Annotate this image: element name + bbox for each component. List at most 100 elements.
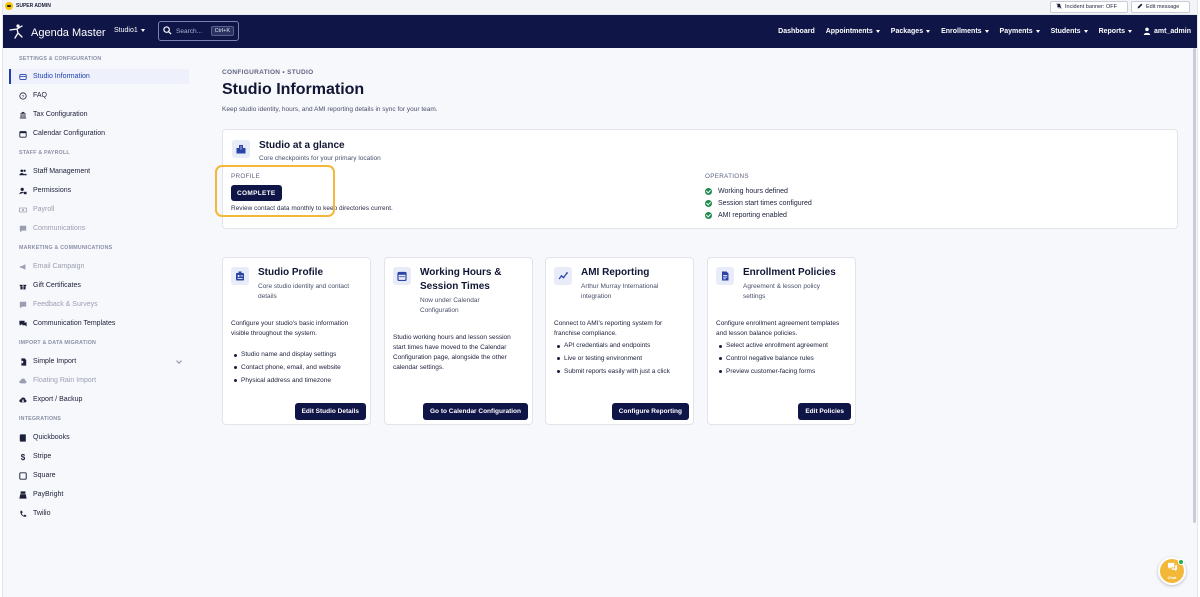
- user-menu[interactable]: amt_admin: [1143, 27, 1191, 35]
- sidebar-item-paybright[interactable]: PayBright: [9, 487, 189, 502]
- sidebar-item-stripe[interactable]: $ Stripe: [9, 449, 189, 464]
- sidebar-section-marketing: MARKETING & COMMUNICATIONS: [19, 245, 113, 251]
- chat-bubble-icon: [1167, 562, 1178, 574]
- operations-item: AMI reporting enabled: [705, 209, 812, 221]
- users-icon: [19, 168, 27, 176]
- chevron-down-icon: [1083, 29, 1088, 33]
- card-bullet: Control negative balance rules: [716, 355, 852, 368]
- sidebar-item-feedback-surveys[interactable]: Feedback & Surveys: [9, 297, 189, 312]
- sidebar-item-label: Stripe: [33, 453, 52, 460]
- chat-launcher-button[interactable]: Chat: [1158, 557, 1186, 585]
- user-name: amt_admin: [1154, 27, 1191, 35]
- card-bullet: API credentials and endpoints: [554, 342, 690, 355]
- incident-banner-label: Incident banner: OFF: [1065, 4, 1117, 10]
- sidebar-item-label: Calendar Configuration: [33, 130, 105, 137]
- comments-icon: [19, 320, 27, 328]
- sidebar-item-tax-configuration[interactable]: Tax Configuration: [9, 107, 189, 122]
- sidebar-item-staff-management[interactable]: Staff Management: [9, 164, 189, 179]
- nav-packages[interactable]: Packages: [890, 27, 931, 35]
- edit-message-button[interactable]: Edit message: [1131, 1, 1190, 13]
- edit-message-label: Edit message: [1146, 4, 1180, 10]
- nav-dashboard[interactable]: Dashboard: [778, 28, 815, 35]
- nav-students[interactable]: Students: [1051, 28, 1088, 35]
- nav-appointments-label: Appointments: [825, 27, 873, 35]
- page-scrollbar[interactable]: [1193, 48, 1196, 523]
- edit-policies-button[interactable]: Edit Policies: [798, 403, 851, 420]
- studio-selector-label: Studio1: [114, 27, 138, 34]
- sidebar-item-studio-information[interactable]: Studio Information: [9, 69, 189, 84]
- sidebar-section-import: IMPORT & DATA MIGRATION: [19, 340, 97, 346]
- nav-payments-label: Payments: [999, 27, 1033, 35]
- sidebar-item-label: Payroll: [33, 206, 55, 213]
- super-admin-badge: SUPER ADMIN: [5, 2, 51, 10]
- card-title: AMI Reporting: [581, 267, 650, 278]
- card-title: Working Hours & Session Times: [420, 267, 502, 292]
- sidebar-item-label: Feedback & Surveys: [33, 301, 98, 308]
- card-description: Configure your studio's basic informatio…: [231, 320, 349, 337]
- nav-reports[interactable]: Reports: [1099, 28, 1133, 35]
- sidebar-item-gift-certificates[interactable]: Gift Certificates: [9, 278, 189, 293]
- id-card-icon: [19, 73, 27, 81]
- incident-banner-toggle[interactable]: Incident banner: OFF: [1050, 1, 1128, 13]
- top-navigation: Agenda Master Studio1 Search... Ctrl+K D…: [3, 15, 1197, 48]
- sidebar-item-quickbooks[interactable]: Quickbooks: [9, 430, 189, 445]
- app-window: SUPER ADMIN Incident banner: OFF Edit me…: [2, 0, 1198, 597]
- chevron-down-icon: [140, 29, 145, 32]
- sidebar-item-payroll[interactable]: Payroll: [9, 202, 189, 217]
- file-import-icon: [19, 357, 27, 366]
- sidebar-section-settings: SETTINGS & CONFIGURATION: [19, 56, 102, 62]
- glance-subtitle: Core checkpoints for your primary locati…: [259, 155, 381, 162]
- nav-appointments[interactable]: Appointments: [826, 28, 880, 35]
- sidebar-item-twilio[interactable]: Twilio: [9, 506, 189, 521]
- square-icon: [19, 471, 27, 480]
- card-description: Connect to AMI's reporting system for fr…: [554, 320, 663, 337]
- sidebar-item-email-campaign[interactable]: Email Campaign: [9, 259, 189, 274]
- studio-selector[interactable]: Studio1: [114, 27, 145, 34]
- nav-enrollments[interactable]: Enrollments: [941, 27, 989, 35]
- settings-sidebar: SETTINGS & CONFIGURATION Studio Informat…: [3, 48, 193, 597]
- sidebar-item-export-backup[interactable]: Export / Backup: [9, 392, 189, 407]
- card-bullet: Physical address and timezone: [231, 377, 367, 390]
- card-bullet: Live or testing environment: [554, 355, 690, 368]
- sidebar-item-label: Export / Backup: [33, 396, 83, 403]
- chevron-down-icon: [176, 358, 182, 364]
- building-icon: [232, 140, 250, 158]
- studio-at-a-glance-panel: Studio at a glance Core checkpoints for …: [215, 129, 1178, 229]
- megaphone-icon: [19, 263, 27, 271]
- nav-packages-label: Packages: [890, 27, 924, 35]
- sidebar-item-calendar-configuration[interactable]: Calendar Configuration: [9, 126, 189, 141]
- card-ami-reporting: AMI Reporting Arthur Murray Internationa…: [545, 257, 694, 425]
- sidebar-item-square[interactable]: Square: [9, 468, 189, 483]
- glance-title: Studio at a glance: [259, 140, 345, 151]
- bank-icon: [19, 111, 27, 119]
- go-to-calendar-configuration-button[interactable]: Go to Calendar Configuration: [423, 403, 528, 420]
- operations-item: Working hours defined: [705, 185, 812, 197]
- cash-register-icon: [19, 490, 27, 499]
- sidebar-item-floating-rain-import[interactable]: Floating Rain Import: [9, 373, 189, 388]
- book-icon: [19, 433, 27, 442]
- sidebar-item-label: Square: [33, 472, 56, 479]
- card-bullets: API credentials and endpoints Live or te…: [554, 342, 690, 380]
- search-input[interactable]: Search... Ctrl+K: [158, 21, 239, 41]
- edit-studio-details-button[interactable]: Edit Studio Details: [294, 403, 366, 420]
- brand[interactable]: Agenda Master: [9, 24, 106, 42]
- nav-payments[interactable]: Payments: [1000, 28, 1040, 35]
- card-bullets: Studio name and display settings Contact…: [231, 351, 367, 389]
- svg-text:$: $: [21, 453, 26, 461]
- configure-reporting-button[interactable]: Configure Reporting: [611, 403, 689, 420]
- card-bullet: Contact phone, email, and website: [231, 364, 367, 377]
- card-enrollment-policies: Enrollment Policies Agreement & lesson p…: [707, 257, 856, 425]
- main-menu: Dashboard Appointments Packages Enrollme…: [778, 27, 1191, 35]
- sidebar-item-label: Studio Information: [33, 73, 90, 80]
- sidebar-item-communications[interactable]: Communications: [9, 221, 189, 236]
- cloud-download-icon: [19, 396, 27, 404]
- card-title: Studio Profile: [258, 267, 323, 278]
- chevron-down-icon: [1035, 29, 1040, 33]
- sidebar-item-permissions[interactable]: Permissions: [9, 183, 189, 198]
- sidebar-item-simple-import[interactable]: Simple Import: [9, 354, 189, 369]
- sidebar-item-communication-templates[interactable]: Communication Templates: [9, 316, 189, 331]
- card-subtitle: Core studio identity and contact details: [258, 283, 350, 300]
- nav-enrollments-label: Enrollments: [941, 27, 982, 35]
- card-subtitle: Now under Calendar Configuration: [420, 297, 480, 314]
- sidebar-item-faq[interactable]: ? FAQ: [9, 88, 189, 103]
